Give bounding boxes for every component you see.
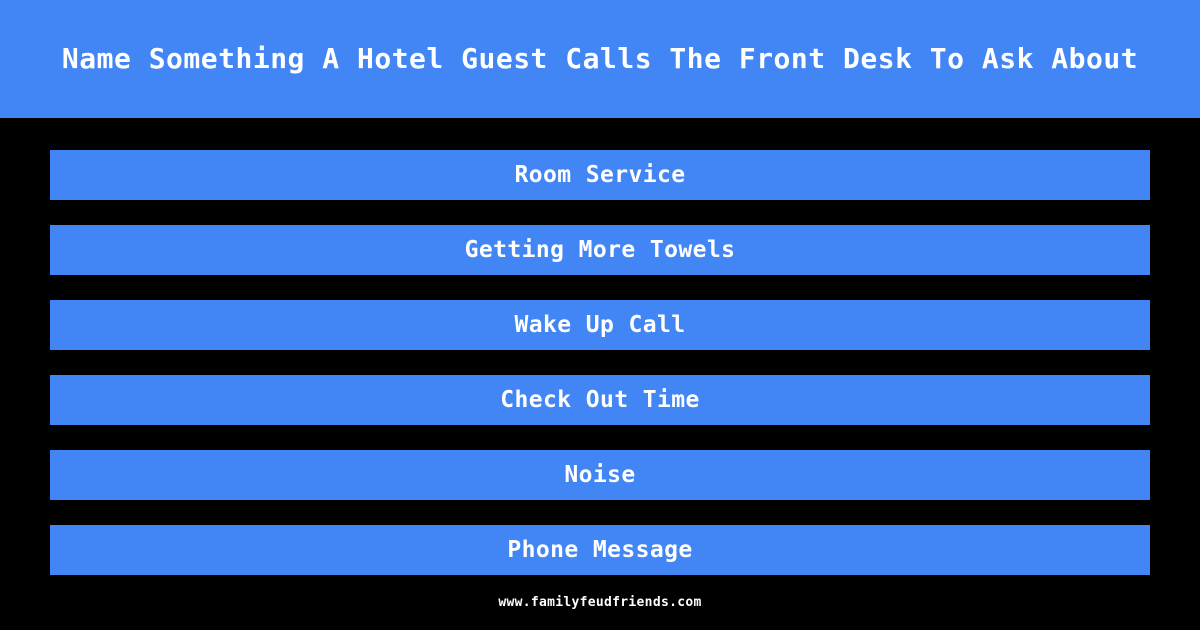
answer-label: Check Out Time (500, 386, 700, 413)
answer-label: Getting More Towels (464, 236, 736, 263)
answer-label: Wake Up Call (514, 311, 686, 338)
answer-label: Room Service (514, 161, 686, 188)
answer-label: Noise (564, 461, 636, 488)
site-url[interactable]: www.familyfeudfriends.com (498, 595, 701, 610)
answer-list: Room Service Getting More Towels Wake Up… (0, 118, 1200, 575)
answer-row[interactable]: Getting More Towels (50, 225, 1150, 275)
answer-row[interactable]: Noise (50, 450, 1150, 500)
question-card: Name Something A Hotel Guest Calls The F… (0, 0, 1200, 630)
answer-row[interactable]: Room Service (50, 150, 1150, 200)
answer-row[interactable]: Check Out Time (50, 375, 1150, 425)
question-title: Name Something A Hotel Guest Calls The F… (61, 41, 1139, 75)
answer-row[interactable]: Wake Up Call (50, 300, 1150, 350)
footer: www.familyfeudfriends.com (0, 575, 1200, 630)
question-header: Name Something A Hotel Guest Calls The F… (0, 0, 1200, 118)
answer-row[interactable]: Phone Message (50, 525, 1150, 575)
answer-label: Phone Message (507, 536, 693, 563)
